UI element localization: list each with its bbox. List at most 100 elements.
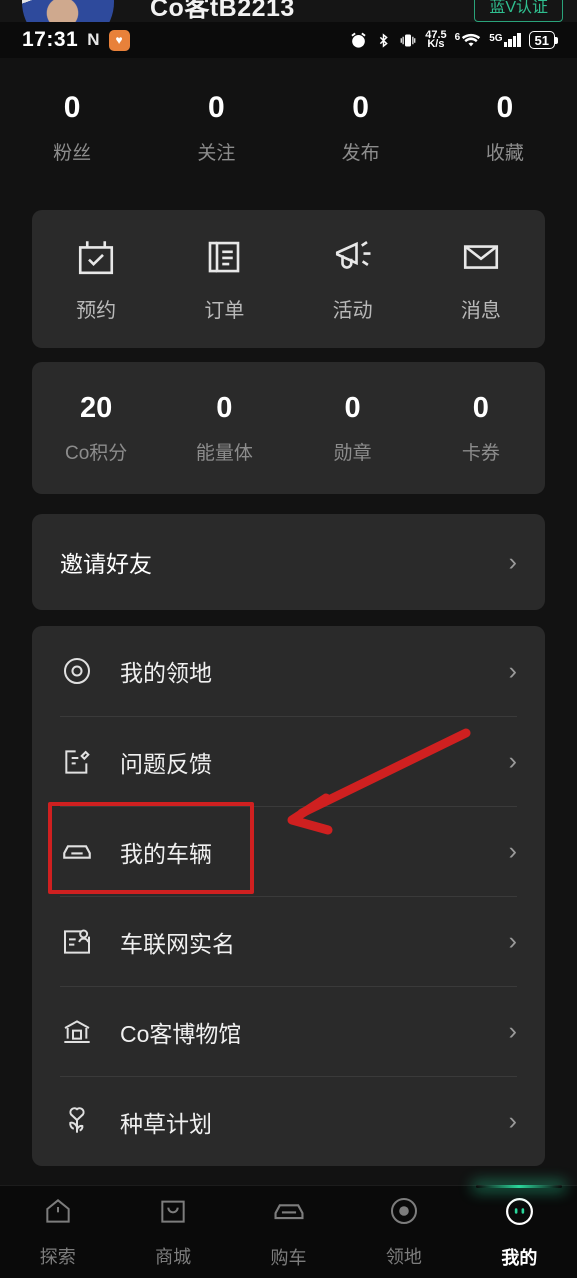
points-value: 0	[216, 391, 233, 424]
tab-territory[interactable]: 领地	[346, 1195, 461, 1269]
stat-value: 0	[352, 91, 369, 124]
chevron-right-icon: ›	[508, 837, 517, 865]
stat-item[interactable]: 0 粉丝	[0, 91, 144, 165]
megaphone-icon	[332, 236, 374, 278]
tab-explore[interactable]: 探索	[0, 1195, 115, 1269]
menu-item-vehicle-realname[interactable]: 车联网实名 ›	[60, 896, 517, 986]
points-label: 勋章	[333, 442, 372, 464]
menu-item-label: 问题反馈	[120, 750, 212, 777]
tab-label: 商城	[155, 1247, 192, 1267]
status-bar-right: 47.5 K/s 6 5G 51	[349, 30, 559, 50]
feedback-edit-icon	[60, 746, 94, 778]
points-item[interactable]: 0 能量体	[160, 392, 288, 465]
order-document-icon	[203, 236, 245, 278]
points-value: 0	[472, 391, 489, 424]
points-item[interactable]: 0 勋章	[289, 392, 417, 465]
envelope-icon	[460, 236, 502, 278]
tab-shop[interactable]: 商城	[115, 1195, 230, 1269]
app-root: Co客tB2213 蓝V认证 17:31 N ♥ 47.5 K/s 6 5G 5…	[0, 0, 577, 1278]
status-bar: 17:31 N ♥ 47.5 K/s 6 5G 51	[0, 22, 577, 58]
network-speed-unit: K/s	[427, 38, 445, 50]
profile-header: Co客tB2213 蓝V认证	[0, 0, 577, 22]
quick-action-label: 消息	[460, 299, 501, 322]
tab-label: 探索	[39, 1247, 76, 1267]
battery-indicator: 51	[528, 31, 559, 49]
menu-item-feedback[interactable]: 问题反馈 ›	[60, 716, 517, 806]
chevron-right-icon: ›	[508, 656, 517, 685]
car-icon	[60, 835, 94, 869]
menu-item-label: 种草计划	[120, 1110, 212, 1137]
stat-item[interactable]: 0 发布	[289, 91, 433, 165]
menu-item-label: 我的车辆	[120, 840, 212, 867]
menu-item-museum[interactable]: Co客博物馆 ›	[60, 986, 517, 1076]
status-time: 17:31	[22, 28, 79, 51]
tab-profile[interactable]: 我的	[462, 1184, 577, 1270]
points-item[interactable]: 20 Co积分	[32, 392, 160, 465]
profile-face-icon	[503, 1195, 536, 1233]
tab-buy-car[interactable]: 购车	[231, 1194, 346, 1270]
signal-icon: 5G	[489, 33, 521, 47]
stat-label: 关注	[197, 143, 236, 164]
status-bar-left: 17:31 N ♥	[22, 28, 130, 52]
verify-badge[interactable]: 蓝V认证	[474, 0, 563, 22]
stat-value: 0	[496, 91, 514, 124]
stat-label: 收藏	[485, 143, 524, 164]
stat-value: 0	[208, 91, 225, 124]
username[interactable]: Co客tB2213	[150, 0, 295, 22]
points-value: 20	[79, 391, 113, 424]
quick-action-label: 活动	[332, 299, 373, 322]
chevron-right-icon: ›	[508, 547, 517, 576]
mobile-generation: 5G	[489, 33, 503, 44]
quick-action-orders[interactable]: 订单	[160, 236, 288, 323]
chevron-right-icon: ›	[508, 1107, 517, 1135]
quick-action-activity[interactable]: 活动	[289, 236, 417, 323]
quick-action-appointment[interactable]: 预约	[32, 236, 160, 323]
heart-plant-icon	[60, 1106, 94, 1138]
stat-value: 0	[63, 91, 81, 124]
menu-item-label: 车联网实名	[120, 930, 235, 957]
stat-item[interactable]: 0 收藏	[433, 91, 577, 165]
app-badge-icon: ♥	[108, 29, 130, 51]
points-label: Co积分	[64, 442, 128, 464]
quick-action-label: 订单	[204, 299, 245, 322]
circle-icon	[388, 1195, 420, 1232]
alarm-icon	[349, 31, 368, 50]
museum-icon	[60, 1016, 94, 1048]
menu-item-label: Co客博物馆	[120, 1020, 242, 1047]
menu-item-planting-plan[interactable]: 种草计划 ›	[60, 1076, 517, 1166]
home-icon	[42, 1195, 74, 1232]
menu-item-my-vehicle[interactable]: 我的车辆 ›	[60, 806, 517, 896]
points-label: 能量体	[195, 442, 253, 464]
nfc-icon: N	[87, 30, 100, 49]
tab-label: 我的	[501, 1247, 538, 1268]
menu-item-territory[interactable]: 我的领地 ›	[60, 626, 517, 716]
points-value: 0	[344, 391, 361, 424]
id-card-icon	[60, 926, 94, 958]
bottom-tab-bar: 探索 商城 购车 领地 我的	[0, 1184, 577, 1278]
avatar[interactable]	[22, 0, 114, 22]
network-speed: 47.5 K/s	[425, 30, 446, 50]
points-label: 卡券	[461, 442, 500, 464]
vibrate-icon	[399, 31, 417, 50]
menu-list-card: 我的领地 › 问题反馈 › 我的车辆 › 车联网实名 › Co客博物馆 › 种草…	[32, 626, 545, 1166]
stat-item[interactable]: 0 关注	[144, 91, 288, 165]
active-tab-glow	[476, 1184, 563, 1188]
wifi-generation: 6	[454, 31, 461, 43]
chevron-right-icon: ›	[508, 927, 517, 955]
shop-bag-icon	[157, 1195, 189, 1232]
invite-friends-label: 邀请好友	[60, 551, 152, 577]
stat-label: 发布	[341, 143, 380, 164]
calendar-check-icon	[75, 236, 117, 278]
menu-item-label: 我的领地	[120, 660, 212, 686]
wifi-icon: 6	[455, 32, 482, 49]
invite-friends-row[interactable]: 邀请好友 ›	[32, 514, 545, 610]
tab-label: 购车	[270, 1248, 307, 1268]
bluetooth-icon	[376, 31, 391, 50]
quick-action-label: 预约	[76, 299, 117, 322]
stat-label: 粉丝	[53, 143, 92, 164]
territory-target-icon	[60, 655, 94, 687]
profile-stats: 0 粉丝 0 关注 0 发布 0 收藏	[0, 58, 577, 198]
points-item[interactable]: 0 卡券	[417, 392, 545, 465]
chevron-right-icon: ›	[508, 1017, 517, 1045]
quick-action-messages[interactable]: 消息	[417, 236, 545, 323]
